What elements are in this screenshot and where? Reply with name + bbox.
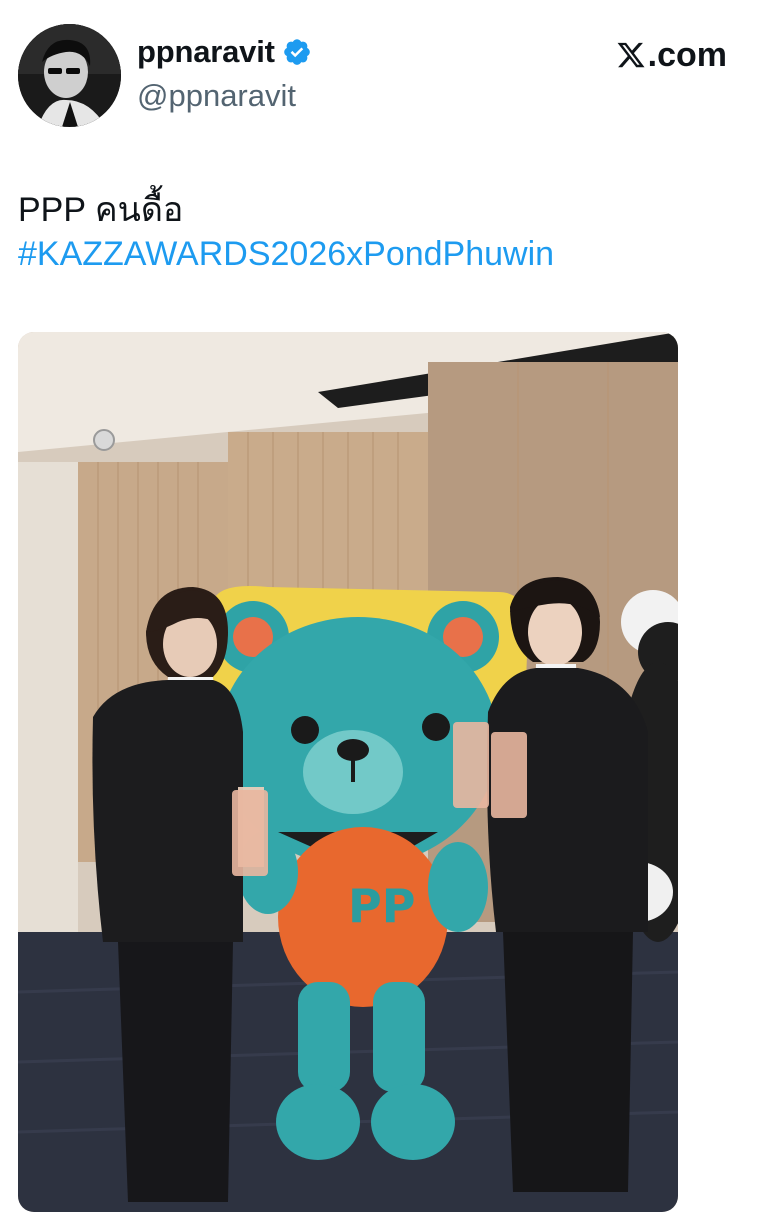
x-brand-site: .com [647, 36, 727, 74]
security-camera [93, 429, 115, 451]
photo-scene: PP [18, 332, 678, 1212]
avatar-photo [18, 24, 121, 127]
hashtag-link[interactable]: #KAZZAWARDS2026xPondPhuwin [18, 232, 738, 276]
display-name[interactable]: ppnaravit [137, 36, 275, 67]
tweet-text: PPP คนดื้อ #KAZZAWARDS2026xPondPhuwin [18, 188, 738, 276]
author-handle[interactable]: @ppnaravit [137, 80, 296, 111]
tweet-photo[interactable]: PP [18, 332, 678, 1212]
avatar[interactable] [18, 24, 121, 127]
verified-badge-icon [283, 38, 310, 65]
x-logo-icon [617, 42, 645, 68]
x-brand[interactable]: .com [616, 38, 727, 72]
author-name-row: ppnaravit [137, 36, 312, 67]
bear-chest-logo: PP [348, 879, 415, 933]
tweet-text-line: PPP คนดื้อ [18, 191, 184, 229]
tweet-header: ppnaravit @ppnaravit .com [0, 0, 759, 140]
